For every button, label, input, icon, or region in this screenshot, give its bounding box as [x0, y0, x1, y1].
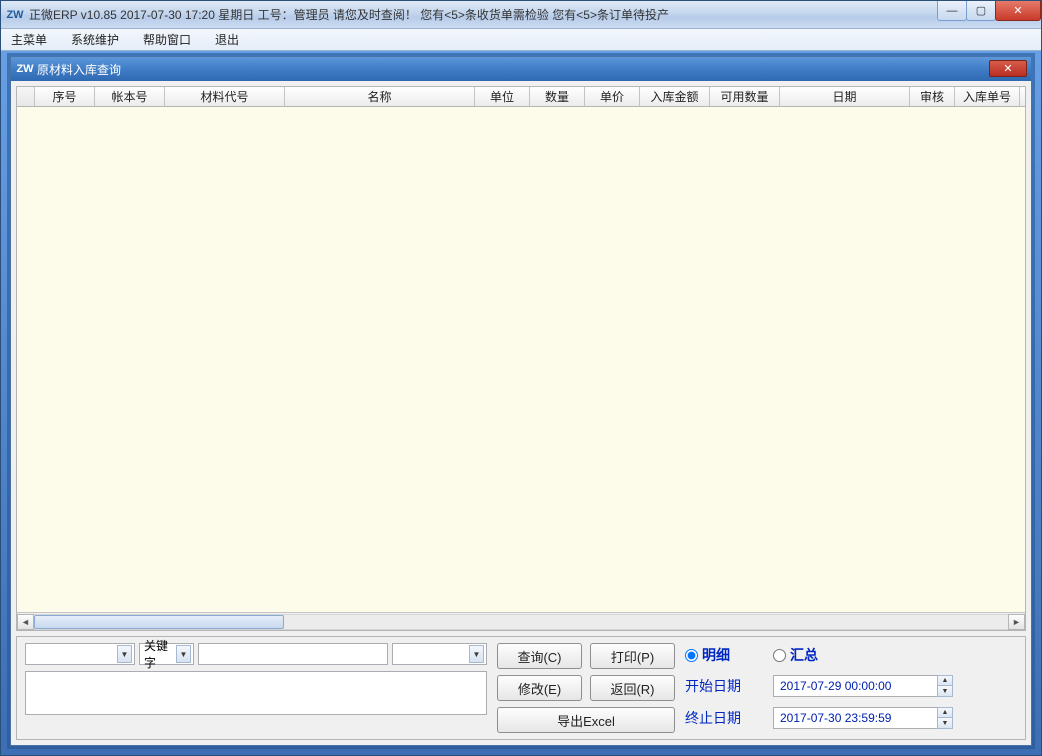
query-button[interactable]: 查询(C): [497, 643, 582, 669]
start-date-value[interactable]: 2017-07-29 00:00:00: [773, 675, 938, 697]
child-titlebar: ZW 原材料入库查询 ✕: [11, 57, 1031, 81]
scroll-right-button[interactable]: ►: [1008, 614, 1025, 630]
column-header[interactable]: 名称: [285, 87, 475, 106]
keyword-input[interactable]: [198, 643, 388, 665]
app-logo-icon: ZW: [7, 7, 23, 23]
child-title: 原材料入库查询: [37, 61, 121, 78]
menu-maintenance[interactable]: 系统维护: [67, 29, 123, 50]
column-header[interactable]: 帐本号: [95, 87, 165, 106]
titlebar: ZW 正微ERP v10.85 2017-07-30 17:20 星期日 工号：…: [1, 1, 1041, 29]
menu-exit[interactable]: 退出: [211, 29, 243, 50]
maximize-button[interactable]: ▢: [966, 1, 996, 21]
child-window: ZW 原材料入库查询 ✕ 序号帐本号材料代号名称单位数量单价入库金额可用数量日期…: [10, 56, 1032, 746]
chevron-down-icon: ▼: [469, 645, 484, 663]
column-header[interactable]: 入库金额: [640, 87, 710, 106]
spin-down-icon[interactable]: ▼: [937, 718, 953, 729]
spin-up-icon[interactable]: ▲: [937, 675, 953, 686]
spin-down-icon[interactable]: ▼: [937, 686, 953, 697]
print-button[interactable]: 打印(P): [590, 643, 675, 669]
detail-radio-label: 明细: [702, 645, 730, 665]
mdi-client: ZW 原材料入库查询 ✕ 序号帐本号材料代号名称单位数量单价入库金额可用数量日期…: [7, 53, 1035, 749]
scroll-track[interactable]: [34, 614, 1008, 630]
start-date-label: 开始日期: [685, 676, 765, 696]
scroll-thumb[interactable]: [34, 615, 284, 629]
end-date-label: 终止日期: [685, 708, 765, 728]
extra-filter-combo[interactable]: ▼: [392, 643, 487, 665]
notes-textarea[interactable]: [25, 671, 487, 715]
summary-radio[interactable]: 汇总: [773, 645, 953, 665]
column-header[interactable]: 序号: [35, 87, 95, 106]
chevron-down-icon: ▼: [117, 645, 132, 663]
menu-help[interactable]: 帮助窗口: [139, 29, 195, 50]
child-logo-icon: ZW: [17, 61, 33, 77]
end-date-picker[interactable]: 2017-07-30 23:59:59 ▲ ▼: [773, 707, 953, 729]
start-date-picker[interactable]: 2017-07-29 00:00:00 ▲ ▼: [773, 675, 953, 697]
data-grid[interactable]: 序号帐本号材料代号名称单位数量单价入库金额可用数量日期审核入库单号 ◄ ►: [16, 86, 1026, 631]
title-text: 正微ERP v10.85 2017-07-30 17:20 星期日 工号：管理员…: [29, 6, 669, 23]
keyword-label: 关键字: [140, 637, 176, 671]
summary-radio-input[interactable]: [773, 649, 786, 662]
child-close-button[interactable]: ✕: [989, 60, 1027, 77]
column-header[interactable]: 材料代号: [165, 87, 285, 106]
edit-button[interactable]: 修改(E): [497, 675, 582, 701]
filter-field-combo[interactable]: ▼: [25, 643, 135, 665]
chevron-down-icon: ▼: [176, 645, 191, 663]
row-gutter: [17, 87, 35, 106]
filter-panel: ▼ 关键字 ▼ ▼: [16, 636, 1026, 740]
export-excel-button[interactable]: 导出Excel: [497, 707, 675, 733]
column-header[interactable]: 数量: [530, 87, 585, 106]
main-window: ZW 正微ERP v10.85 2017-07-30 17:20 星期日 工号：…: [0, 0, 1042, 756]
detail-radio-input[interactable]: [685, 649, 698, 662]
column-header[interactable]: 可用数量: [710, 87, 780, 106]
column-header[interactable]: 单价: [585, 87, 640, 106]
keyword-mode-combo[interactable]: 关键字 ▼: [139, 643, 194, 665]
column-header[interactable]: 日期: [780, 87, 910, 106]
grid-body[interactable]: [17, 107, 1025, 612]
horizontal-scrollbar[interactable]: ◄ ►: [17, 612, 1025, 630]
summary-radio-label: 汇总: [790, 645, 818, 665]
menubar: 主菜单 系统维护 帮助窗口 退出: [1, 29, 1041, 51]
column-header[interactable]: 审核: [910, 87, 955, 106]
back-button[interactable]: 返回(R): [590, 675, 675, 701]
scroll-left-button[interactable]: ◄: [17, 614, 34, 630]
grid-header: 序号帐本号材料代号名称单位数量单价入库金额可用数量日期审核入库单号: [17, 87, 1025, 107]
end-date-value[interactable]: 2017-07-30 23:59:59: [773, 707, 938, 729]
column-header[interactable]: 入库单号: [955, 87, 1020, 106]
spin-up-icon[interactable]: ▲: [937, 707, 953, 718]
column-header[interactable]: 单位: [475, 87, 530, 106]
detail-radio[interactable]: 明细: [685, 645, 765, 665]
menu-main[interactable]: 主菜单: [7, 29, 51, 50]
minimize-button[interactable]: —: [937, 1, 967, 21]
close-button[interactable]: ✕: [995, 1, 1041, 21]
